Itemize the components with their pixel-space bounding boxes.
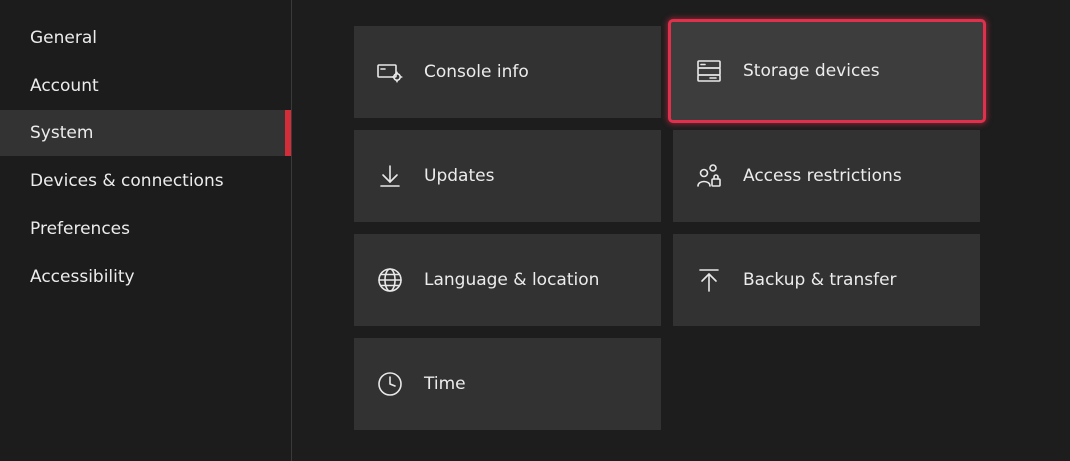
console-info-icon (376, 58, 404, 86)
globe-icon (376, 266, 404, 294)
tile-label: Access restrictions (743, 166, 902, 186)
clock-icon (376, 370, 404, 398)
settings-nav: General Account System Devices & connect… (0, 0, 291, 461)
nav-item-label: System (30, 123, 94, 143)
tile-label: Time (424, 374, 466, 394)
tile-label: Updates (424, 166, 495, 186)
nav-item-label: Devices & connections (30, 171, 224, 191)
nav-item-label: Preferences (30, 219, 130, 239)
settings-screen: General Account System Devices & connect… (0, 0, 1070, 461)
nav-item-label: General (30, 28, 97, 48)
time-tile[interactable]: Time (354, 338, 661, 430)
console-info-tile[interactable]: Console info (354, 26, 661, 118)
nav-item-accessibility[interactable]: Accessibility (0, 254, 291, 300)
download-icon (376, 162, 404, 190)
access-restrictions-tile[interactable]: Access restrictions (673, 130, 980, 222)
backup-transfer-tile[interactable]: Backup & transfer (673, 234, 980, 326)
nav-divider (291, 0, 292, 461)
tile-label: Language & location (424, 270, 600, 290)
nav-item-general[interactable]: General (0, 15, 291, 61)
storage-icon (695, 57, 723, 85)
people-lock-icon (695, 162, 723, 190)
updates-tile[interactable]: Updates (354, 130, 661, 222)
nav-item-account[interactable]: Account (0, 63, 291, 109)
nav-item-label: Account (30, 76, 99, 96)
nav-item-label: Accessibility (30, 267, 135, 287)
upload-icon (695, 266, 723, 294)
tile-label: Backup & transfer (743, 270, 897, 290)
language-location-tile[interactable]: Language & location (354, 234, 661, 326)
tile-label: Console info (424, 62, 529, 82)
nav-item-devices-connections[interactable]: Devices & connections (0, 158, 291, 204)
nav-item-system[interactable]: System (0, 110, 291, 156)
storage-devices-tile[interactable]: Storage devices (668, 19, 986, 123)
tile-label: Storage devices (743, 61, 880, 81)
nav-item-preferences[interactable]: Preferences (0, 206, 291, 252)
